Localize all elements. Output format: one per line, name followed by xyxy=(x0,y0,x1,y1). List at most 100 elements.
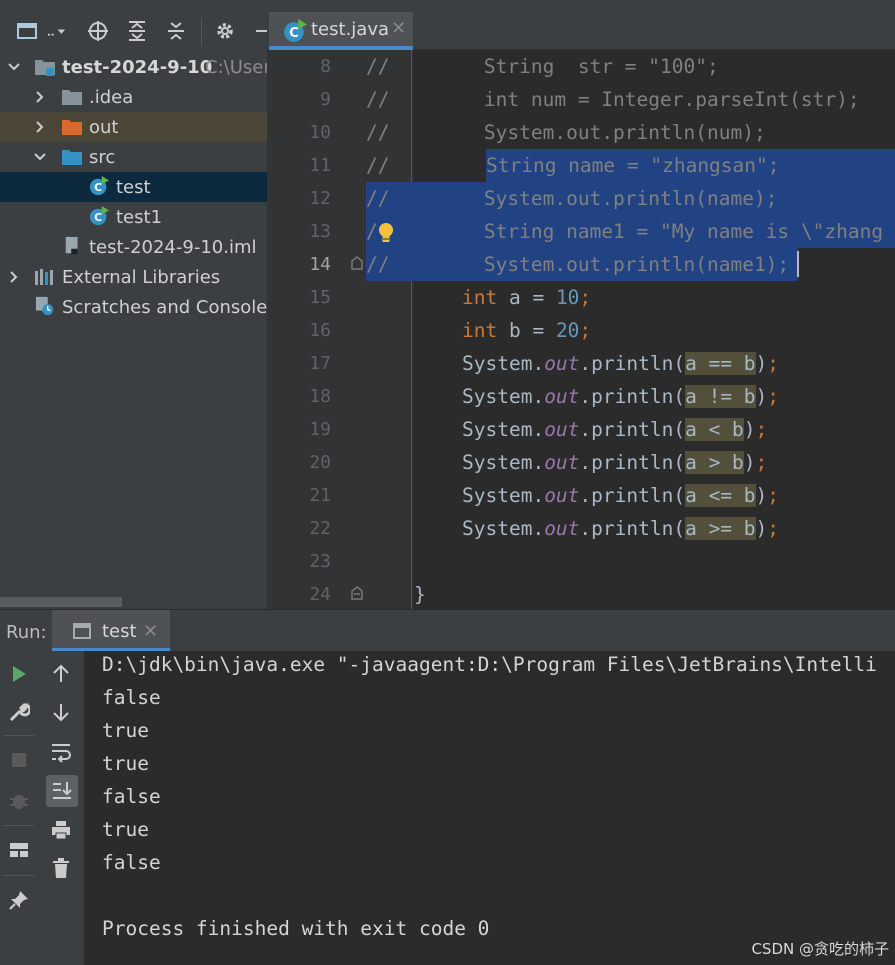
code-comment-prefix: // xyxy=(366,88,390,111)
editor-tab-test-java[interactable]: C test.java ✕ xyxy=(269,12,413,50)
tree-item-iml[interactable]: test-2024-9-10.iml xyxy=(0,232,267,262)
scroll-to-end-button[interactable] xyxy=(46,775,78,807)
layout-button[interactable] xyxy=(4,835,34,865)
fold-marker-icon[interactable] xyxy=(350,255,364,271)
tree-item-scratches[interactable]: Scratches and Consoles xyxy=(0,292,267,322)
console-line: true xyxy=(102,719,149,742)
svg-text:C: C xyxy=(289,26,299,41)
gear-icon[interactable] xyxy=(212,18,238,44)
keyword-int: int xyxy=(462,286,498,309)
pin-button[interactable] xyxy=(4,885,34,915)
chevron-down-icon[interactable] xyxy=(6,59,22,75)
tree-item-label: test xyxy=(116,176,151,198)
code-comment-prefix: // xyxy=(366,154,390,177)
code-text: ) xyxy=(743,451,756,474)
code-line-19[interactable]: System.out.println(a < b); xyxy=(462,413,767,446)
svg-text:C: C xyxy=(94,211,102,224)
tree-item-external-libraries[interactable]: External Libraries xyxy=(0,262,267,292)
console-exit-message: Process finished with exit code 0 xyxy=(102,917,490,940)
view-dropdown-icon[interactable] xyxy=(42,18,72,44)
field-out: out xyxy=(544,484,580,507)
field-out: out xyxy=(544,352,580,375)
editor-tab-bar: C test.java ✕ xyxy=(267,0,895,50)
chevron-right-icon[interactable] xyxy=(6,269,22,285)
code-line-11[interactable]: String name = "zhangsan"; xyxy=(486,149,780,182)
scroll-up-button[interactable] xyxy=(46,659,76,689)
run-tab-test[interactable]: test ✕ xyxy=(52,610,170,652)
code-line-10[interactable]: System.out.println(num); xyxy=(390,116,766,149)
code-line-18[interactable]: System.out.println(a != b); xyxy=(462,380,779,413)
lightbulb-icon[interactable] xyxy=(377,221,395,245)
run-toolbar-left xyxy=(0,651,38,965)
tree-item-out[interactable]: out xyxy=(0,112,267,142)
code-line-14[interactable]: System.out.println(name1); xyxy=(390,248,789,281)
code-text: .println( xyxy=(579,517,686,540)
svg-text:C: C xyxy=(94,181,102,194)
wrap-icon xyxy=(52,744,71,763)
tree-item-label: out xyxy=(89,116,119,138)
toolbar-divider xyxy=(4,825,34,826)
code-comment-prefix: // xyxy=(366,253,390,276)
chevron-down-icon[interactable] xyxy=(32,149,48,165)
tree-item-label: test-2024-9-10.iml xyxy=(89,236,257,258)
code-text: .println( xyxy=(579,385,686,408)
run-panel-header: Run: test ✕ xyxy=(0,609,895,652)
scroll-down-button[interactable] xyxy=(46,697,76,727)
edit-config-button[interactable] xyxy=(4,697,34,727)
run-label: Run: xyxy=(6,622,47,643)
code-line-22[interactable]: System.out.println(a >= b); xyxy=(462,512,779,545)
code-line-12[interactable]: System.out.println(name); xyxy=(390,182,778,215)
hide-panel-icon[interactable] xyxy=(250,18,267,44)
tree-item-test1[interactable]: C test1 xyxy=(0,202,267,232)
code-line-17[interactable]: System.out.println(a == b); xyxy=(462,347,779,380)
locate-icon[interactable] xyxy=(85,18,111,44)
print-button[interactable] xyxy=(46,815,76,845)
close-icon[interactable]: ✕ xyxy=(143,621,158,642)
code-text: ) xyxy=(755,352,768,375)
soft-wrap-button[interactable] xyxy=(46,737,76,767)
horizontal-scrollbar[interactable] xyxy=(0,597,122,607)
code-text: .println( xyxy=(579,451,686,474)
fold-marker-icon[interactable] xyxy=(350,585,364,601)
line-number: 18 xyxy=(309,386,331,407)
code-text: ) xyxy=(755,517,768,540)
close-icon[interactable]: ✕ xyxy=(391,18,406,39)
code-line-8[interactable]: String str = "100"; xyxy=(390,50,719,83)
chevron-right-icon[interactable] xyxy=(32,119,48,135)
toolbar-divider xyxy=(201,18,202,46)
collapse-all-icon[interactable] xyxy=(163,18,189,44)
line-number: 13 xyxy=(309,221,331,242)
code-line-13[interactable]: String name1 = "My name is \"zhang xyxy=(390,215,883,248)
code-line-21[interactable]: System.out.println(a <= b); xyxy=(462,479,779,512)
module-folder-icon xyxy=(35,60,55,76)
code-line-24[interactable]: } xyxy=(414,578,426,611)
expand-all-icon[interactable] xyxy=(124,18,150,44)
console-line: false xyxy=(102,785,161,808)
pin-icon xyxy=(9,891,28,910)
wrench-icon xyxy=(9,702,30,722)
bug-icon xyxy=(10,795,28,809)
code-line-20[interactable]: System.out.println(a > b); xyxy=(462,446,767,479)
line-number: 24 xyxy=(309,584,331,605)
tree-root-project[interactable]: test-2024-9-10 C:\User xyxy=(0,52,267,82)
code-line-15[interactable]: int a = 10; xyxy=(462,281,591,314)
debug-button[interactable] xyxy=(4,785,34,815)
clear-all-button[interactable] xyxy=(46,853,76,883)
line-number: 10 xyxy=(309,122,331,143)
rerun-button[interactable] xyxy=(4,659,34,689)
chevron-right-icon[interactable] xyxy=(32,89,48,105)
stop-button[interactable] xyxy=(4,745,34,775)
line-number: 14 xyxy=(309,254,331,275)
tree-item-test[interactable]: C test xyxy=(0,172,267,202)
toolbar-divider xyxy=(4,735,34,736)
tree-item-idea[interactable]: .idea xyxy=(0,82,267,112)
field-out: out xyxy=(544,451,580,474)
code-text: ) xyxy=(755,484,768,507)
code-line-9[interactable]: int num = Integer.parseInt(str); xyxy=(390,83,860,116)
tree-item-src[interactable]: src xyxy=(0,142,267,172)
code-line-16[interactable]: int b = 20; xyxy=(462,314,591,347)
project-view-icon[interactable] xyxy=(14,18,40,44)
code-text: .println( xyxy=(579,352,686,375)
excluded-folder-icon xyxy=(62,120,82,135)
console-output[interactable]: D:\jdk\bin\java.exe "-javaagent:D:\Progr… xyxy=(84,651,895,965)
